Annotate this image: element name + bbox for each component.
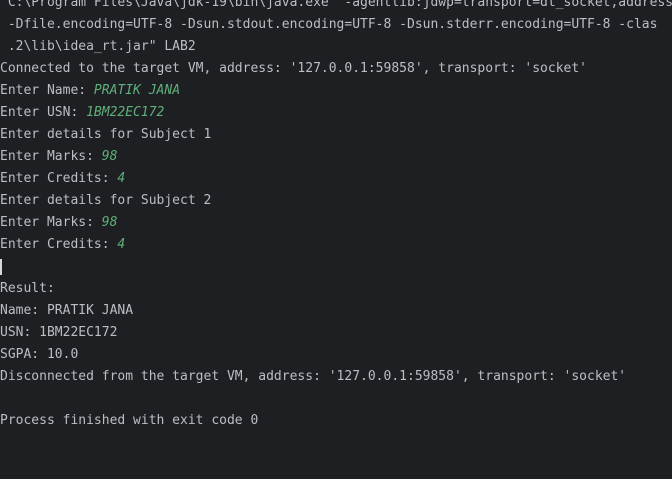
credits-1-prompt: Enter Credits:: [0, 171, 118, 186]
vm-disconnected-message: Disconnected from the target VM, address…: [0, 369, 627, 384]
marks-2-prompt: Enter Marks:: [0, 215, 102, 230]
result-usn: USN: 1BM22EC172: [0, 325, 118, 340]
marks-1-prompt-line: Enter Marks: 98: [0, 146, 672, 168]
credits-2-prompt: Enter Credits:: [0, 237, 118, 252]
process-exit-message: Process finished with exit code 0: [0, 413, 259, 428]
text-caret: [0, 258, 2, 275]
name-user-input: PRATIK JANA: [93, 83, 181, 98]
result-name: Name: PRATIK JANA: [0, 303, 134, 318]
subject-1-header: Enter details for Subject 1: [0, 127, 212, 142]
java-command-line-3: .2\lib\idea_rt.jar" LAB2: [0, 39, 196, 54]
marks-1-prompt: Enter Marks:: [0, 149, 102, 164]
usn-prompt: Enter USN:: [0, 105, 87, 120]
vm-connected-message: Connected to the target VM, address: '12…: [0, 61, 587, 76]
credits-2-user-input: 4: [117, 237, 126, 252]
credits-2-prompt-line: Enter Credits: 4: [0, 234, 672, 256]
usn-prompt-line: Enter USN: 1BM22EC172: [0, 102, 672, 124]
java-command-line-1: "C:\Program Files\Java\jdk-19\bin\java.e…: [0, 0, 672, 10]
name-prompt-line: Enter Name: PRATIK JANA: [0, 80, 672, 102]
credits-1-prompt-line: Enter Credits: 4: [0, 168, 672, 190]
marks-2-prompt-line: Enter Marks: 98: [0, 212, 672, 234]
marks-1-user-input: 98: [101, 149, 118, 164]
result-sgpa: SGPA: 10.0: [0, 347, 79, 362]
run-console-output[interactable]: "C:\Program Files\Java\jdk-19\bin\java.e…: [0, 0, 672, 432]
credits-1-user-input: 4: [117, 171, 126, 186]
name-prompt: Enter Name:: [0, 83, 94, 98]
usn-user-input: 1BM22EC172: [86, 105, 165, 120]
caret-line[interactable]: [0, 256, 672, 278]
result-header: Result:: [0, 281, 55, 296]
java-command-line-2: -Dfile.encoding=UTF-8 -Dsun.stdout.encod…: [0, 17, 658, 32]
subject-2-header: Enter details for Subject 2: [0, 193, 212, 208]
marks-2-user-input: 98: [101, 215, 118, 230]
